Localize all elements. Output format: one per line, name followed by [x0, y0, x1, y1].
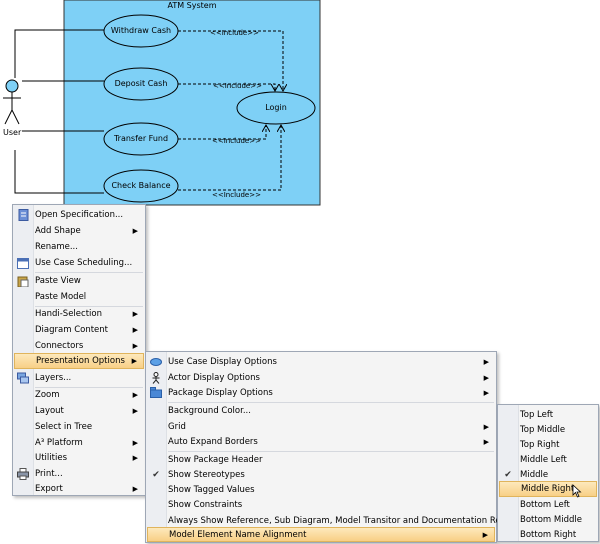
use-case-label-transfer: Transfer Fund: [113, 134, 169, 143]
submenu-arrow-icon: ▶: [132, 453, 138, 462]
submenu-arrow-icon: ▶: [132, 406, 138, 415]
submenu-arrow-icon: ▶: [132, 226, 138, 235]
menu-align-bottom-right[interactable]: Bottom Right: [499, 527, 597, 542]
submenu-arrow-icon: ▶: [132, 438, 138, 447]
menu-add-shape[interactable]: Add Shape ▶: [14, 223, 144, 238]
menu-rename[interactable]: Rename...: [14, 239, 144, 254]
alignment-submenu: Top Left Top Middle Top Right Middle Lef…: [497, 404, 599, 542]
use-case-label-deposit: Deposit Cash: [114, 79, 168, 88]
use-case-label-login: Login: [265, 103, 287, 112]
include-label-transfer: <<Include>>: [212, 137, 261, 145]
actor-user-figure: [3, 79, 21, 125]
submenu-arrow-icon: ▶: [483, 422, 489, 431]
menu-show-constraints[interactable]: Show Constraints: [147, 497, 495, 512]
actor-icon: [150, 371, 162, 384]
menu-align-top-right[interactable]: Top Right: [499, 437, 597, 452]
menu-align-bottom-left[interactable]: Bottom Left: [499, 497, 597, 512]
submenu-arrow-icon: ▶: [483, 357, 489, 366]
submenu-arrow-icon: ▶: [483, 437, 489, 446]
context-menu: Open Specification... Add Shape ▶ Rename…: [12, 204, 146, 496]
menu-print[interactable]: Print...: [14, 466, 144, 481]
print-icon: [17, 467, 29, 480]
use-case-icon: [150, 356, 162, 368]
scheduling-icon: [17, 257, 29, 269]
menu-model-element-name-alignment[interactable]: Model Element Name Alignment ▶: [147, 527, 495, 542]
layers-icon: [17, 372, 29, 384]
checkmark-icon: ✔: [504, 469, 512, 480]
menu-align-top-middle[interactable]: Top Middle: [499, 422, 597, 437]
submenu-arrow-icon: ▶: [132, 309, 138, 318]
menu-utilities[interactable]: Utilities ▶: [14, 450, 144, 465]
menu-export[interactable]: Export ▶: [14, 481, 144, 496]
menu-diagram-content[interactable]: Diagram Content ▶: [14, 322, 144, 337]
menu-open-specification[interactable]: Open Specification...: [14, 207, 144, 222]
menu-align-bottom-middle[interactable]: Bottom Middle: [499, 512, 597, 527]
include-label-check: <<Include>>: [212, 191, 261, 199]
menu-align-middle-right[interactable]: Middle Right: [499, 481, 597, 498]
menu-show-stereotypes[interactable]: ✔ Show Stereotypes: [147, 467, 495, 482]
presentation-options-submenu: Use Case Display Options ▶ Actor Display…: [145, 351, 529, 543]
submenu-arrow-icon: ▶: [483, 388, 489, 397]
checkmark-icon: ✔: [152, 469, 160, 480]
use-case-diagram[interactable]: ATM System Withdraw Cash Deposit Cash Tr…: [0, 0, 600, 220]
menu-handi-selection[interactable]: Handi-Selection ▶: [14, 306, 144, 321]
submenu-arrow-icon: ▶: [132, 341, 138, 350]
menu-layout[interactable]: Layout ▶: [14, 403, 144, 418]
menu-package-display-options[interactable]: Package Display Options ▶: [147, 385, 495, 400]
actor-label: User: [3, 128, 22, 137]
menu-connectors[interactable]: Connectors ▶: [14, 338, 144, 353]
include-label-deposit: <<Include>>: [213, 82, 262, 90]
submenu-arrow-icon: ▶: [132, 390, 138, 399]
submenu-arrow-icon: ▶: [132, 484, 138, 493]
use-case-label-check: Check Balance: [111, 181, 171, 190]
use-case-label-withdraw: Withdraw Cash: [110, 26, 172, 35]
spec-icon: [17, 208, 29, 221]
system-title: ATM System: [167, 1, 217, 10]
menu-grid[interactable]: Grid ▶: [147, 419, 495, 434]
menu-always-show-reference[interactable]: Always Show Reference, Sub Diagram, Mode…: [147, 513, 529, 528]
menu-background-color[interactable]: Background Color...: [147, 403, 495, 418]
submenu-arrow-icon: ▶: [482, 530, 488, 539]
submenu-arrow-icon: ▶: [131, 357, 137, 365]
package-icon: [150, 387, 162, 399]
menu-paste-model[interactable]: Paste Model: [14, 289, 144, 304]
menu-show-tagged-values[interactable]: Show Tagged Values: [147, 482, 495, 497]
menu-paste-view[interactable]: Paste View: [14, 273, 144, 288]
include-label-withdraw: <<Include>>: [210, 29, 259, 37]
menu-auto-expand-borders[interactable]: Auto Expand Borders ▶: [147, 434, 495, 449]
menu-a3-platform[interactable]: A³ Platform ▶: [14, 435, 144, 450]
submenu-arrow-icon: ▶: [483, 373, 489, 382]
menu-use-case-scheduling[interactable]: Use Case Scheduling...: [14, 255, 144, 270]
menu-layers[interactable]: Layers...: [14, 370, 144, 385]
menu-zoom[interactable]: Zoom ▶: [14, 387, 144, 402]
menu-align-middle[interactable]: ✔ Middle: [499, 467, 597, 482]
menu-actor-display-options[interactable]: Actor Display Options ▶: [147, 370, 495, 385]
menu-select-in-tree[interactable]: Select in Tree: [14, 419, 144, 434]
menu-align-middle-left[interactable]: Middle Left: [499, 452, 597, 467]
menu-use-case-display-options[interactable]: Use Case Display Options ▶: [147, 354, 495, 369]
paste-icon: [17, 275, 29, 287]
submenu-arrow-icon: ▶: [132, 325, 138, 334]
menu-show-package-header[interactable]: Show Package Header: [147, 452, 495, 467]
menu-align-top-left[interactable]: Top Left: [499, 407, 597, 422]
menu-presentation-options[interactable]: Presentation Options ▶: [14, 353, 144, 369]
